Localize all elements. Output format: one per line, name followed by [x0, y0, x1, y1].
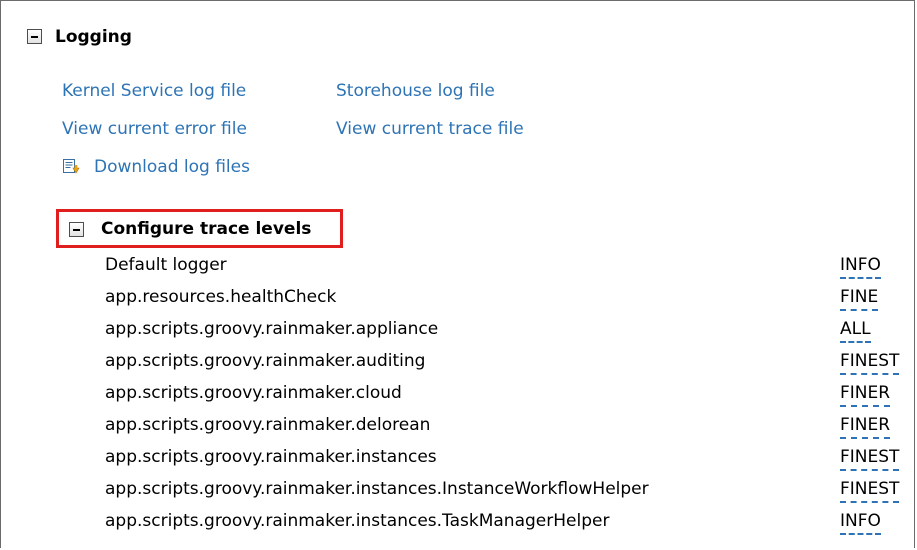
trace-row: app.scripts.groovy.rainmaker.auditing FI…	[105, 350, 913, 382]
trace-row: app.scripts.groovy.rainmaker.delorean FI…	[105, 414, 913, 446]
trace-level-value[interactable]: ALL	[840, 318, 871, 343]
logger-name: Default logger	[105, 255, 227, 275]
logger-name: app.scripts.groovy.rainmaker.auditing	[105, 351, 426, 371]
trace-row: app.scripts.groovy.rainmaker.instances.I…	[105, 478, 913, 510]
logger-name: app.scripts.groovy.rainmaker.delorean	[105, 415, 431, 435]
trace-row: app.scripts.groovy.rainmaker.instances.T…	[105, 510, 913, 542]
trace-level-value[interactable]: FINEST	[840, 446, 900, 471]
logger-name: app.scripts.groovy.rainmaker.appliance	[105, 319, 439, 339]
view-error-file-link[interactable]: View current error file	[62, 119, 247, 139]
logger-name: app.scripts.groovy.rainmaker.instances	[105, 447, 437, 467]
trace-level-value[interactable]: FINEST	[840, 350, 900, 375]
view-trace-file-link[interactable]: View current trace file	[336, 119, 524, 139]
trace-levels-collapse-toggle[interactable]	[69, 222, 84, 237]
trace-levels-title: Configure trace levels	[101, 219, 312, 239]
trace-row: app.scripts.groovy.rainmaker.appliance A…	[105, 318, 913, 350]
logging-section-title: Logging	[55, 27, 132, 47]
kernel-service-log-link[interactable]: Kernel Service log file	[62, 81, 246, 101]
trace-level-value[interactable]: FINE	[840, 286, 879, 311]
trace-level-value[interactable]: INFO	[840, 254, 881, 279]
trace-level-value[interactable]: FINER	[840, 414, 891, 439]
logger-name: app.resources.healthCheck	[105, 287, 337, 307]
trace-level-value[interactable]: INFO	[840, 510, 881, 535]
download-log-files-link[interactable]: Download log files	[94, 157, 250, 177]
trace-level-value[interactable]: FINER	[840, 382, 891, 407]
trace-row: app.scripts.groovy.rainmaker.instances F…	[105, 446, 913, 478]
storehouse-log-link[interactable]: Storehouse log file	[336, 81, 495, 101]
trace-row: app.resources.healthCheck FINE	[105, 286, 913, 318]
trace-row: app.scripts.groovy.rainmaker.cloud FINER	[105, 382, 913, 414]
trace-level-value[interactable]: FINEST	[840, 478, 900, 503]
logger-name: app.scripts.groovy.rainmaker.instances.T…	[105, 511, 610, 531]
download-log-icon[interactable]	[62, 158, 80, 176]
logger-name: app.scripts.groovy.rainmaker.instances.I…	[105, 479, 649, 499]
logger-name: app.scripts.groovy.rainmaker.cloud	[105, 383, 402, 403]
trace-row: Default logger INFO	[105, 254, 913, 286]
logging-collapse-toggle[interactable]	[27, 29, 42, 44]
